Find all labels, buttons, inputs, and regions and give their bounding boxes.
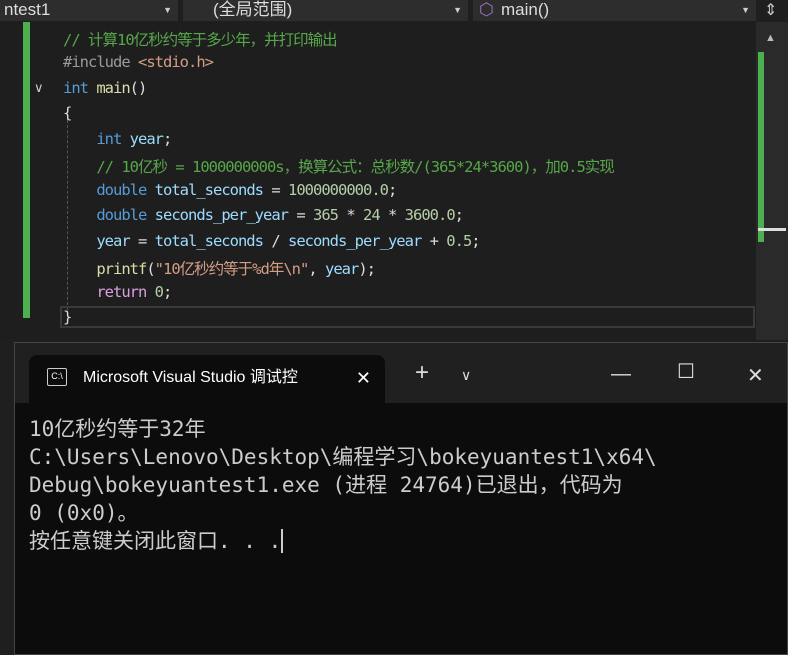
dropdown-button[interactable]: ∨ <box>461 367 471 384</box>
scope-dropdown[interactable]: (全局范围) ▼ <box>183 0 468 21</box>
change-marker <box>23 22 30 318</box>
member-dropdown[interactable]: ⬡ main() ▼ <box>473 0 756 21</box>
code-line: } <box>63 308 72 326</box>
split-icon[interactable]: ⇕ <box>764 0 777 20</box>
terminal-window: C:\ Microsoft Visual Studio 调试控 ✕ + ∨ — … <box>14 342 788 655</box>
project-label: ntest1 <box>4 0 51 19</box>
vertical-scrollbar[interactable]: ▲ <box>756 22 788 340</box>
code-editor[interactable]: ∨ // 计算10亿秒约等于多少年，并打印输出 #include <stdio.… <box>0 22 756 340</box>
code-line: // 10亿秒 = 1000000000s，换算公式：总秒数/(365*24*3… <box>63 158 614 176</box>
code-line: { <box>63 104 72 122</box>
close-tab-icon[interactable]: ✕ <box>356 355 371 401</box>
code-line: printf("10亿秒约等于%d年\n", year); <box>96 260 376 278</box>
output-line: 10亿秒约等于32年 <box>29 417 206 441</box>
code-line: double total_seconds = 1000000000.0; <box>96 181 397 199</box>
caret-marker <box>758 228 786 231</box>
change-overview <box>758 52 764 242</box>
chevron-down-icon: ▼ <box>453 5 462 15</box>
chevron-down-icon: ▼ <box>163 5 172 15</box>
terminal-tab-bar: C:\ Microsoft Visual Studio 调试控 ✕ + ∨ — … <box>15 343 787 403</box>
current-line-highlight <box>60 306 755 328</box>
scope-label: (全局范围) <box>213 0 293 19</box>
cursor: ​ <box>281 529 284 553</box>
code-line: int main() <box>63 79 147 97</box>
code-line: // 计算10亿秒约等于多少年，并打印输出 <box>63 31 338 49</box>
code-line: #include <stdio.h> <box>63 53 214 71</box>
output-line: Debug\bokeyuantest1.exe (进程 24764)已退出，代码… <box>29 473 623 497</box>
chevron-down-icon: ▼ <box>741 5 750 15</box>
terminal-tab[interactable]: C:\ Microsoft Visual Studio 调试控 ✕ <box>29 355 385 403</box>
close-button[interactable]: ✕ <box>747 363 764 388</box>
code-line: year = total_seconds / seconds_per_year … <box>96 232 480 250</box>
console-icon: C:\ <box>47 368 67 386</box>
output-line: 0 (0x0)。 <box>29 501 139 525</box>
code-line: double seconds_per_year = 365 * 24 * 360… <box>96 206 464 224</box>
tab-title: Microsoft Visual Studio 调试控 <box>83 369 298 386</box>
cube-icon: ⬡ <box>479 0 494 19</box>
member-label: main() <box>501 0 550 19</box>
minimize-button[interactable]: — <box>611 363 631 386</box>
code-line: return 0; <box>96 283 172 301</box>
navigation-bar: ntest1 ▼ (全局范围) ▼ ⬡ main() ▼ ⇕ <box>0 0 788 22</box>
terminal-output: 10亿秒约等于32年 C:\Users\Lenovo\Desktop\编程学习\b… <box>29 415 657 555</box>
new-tab-button[interactable]: + <box>415 359 429 387</box>
collapse-icon[interactable]: ∨ <box>34 80 44 96</box>
scroll-up-icon[interactable]: ▲ <box>765 32 776 44</box>
code-line: int year; <box>96 130 172 148</box>
output-line: 按任意键关闭此窗口. . . <box>29 529 282 553</box>
project-dropdown[interactable]: ntest1 ▼ <box>0 0 178 21</box>
maximize-button[interactable]: ☐ <box>677 359 695 384</box>
output-line: C:\Users\Lenovo\Desktop\编程学习\bokeyuantes… <box>29 445 657 469</box>
